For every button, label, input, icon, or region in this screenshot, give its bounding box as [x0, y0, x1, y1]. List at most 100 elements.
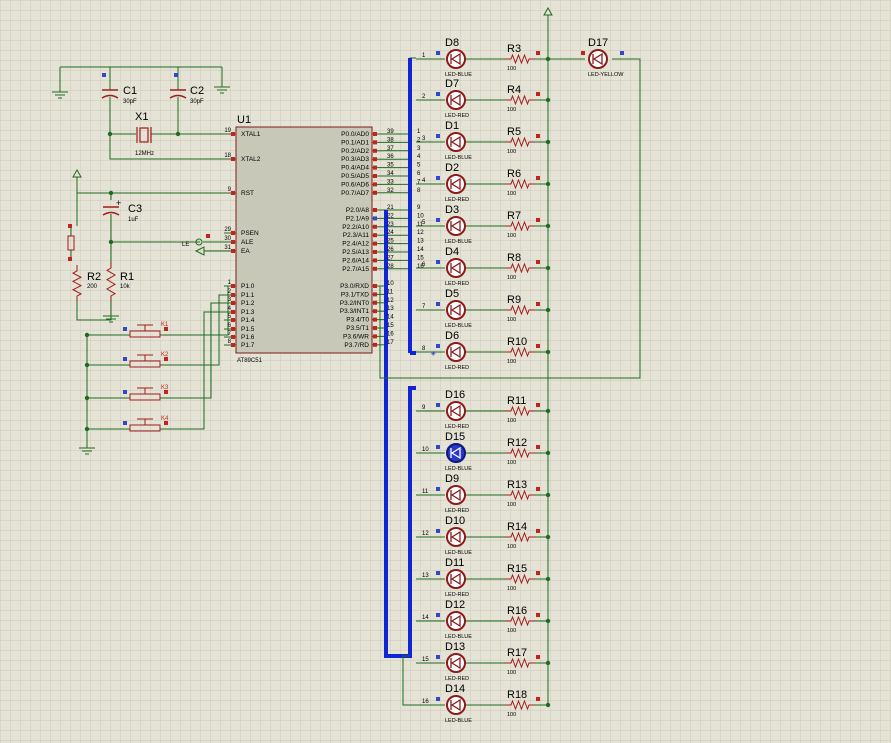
resistor-ref: R16 [507, 605, 527, 617]
schematic-canvas[interactable]: U1AT89C5119 XTAL118 XTAL29 RST29 PSEN30 ALE31… [0, 0, 891, 743]
junction-dot [545, 660, 551, 666]
mcu-right-pin-name: P2.5/A13 [342, 249, 369, 256]
led-d8[interactable] [446, 49, 466, 69]
mcu-left-pin-marker [231, 343, 235, 347]
led-pin-marker [436, 697, 440, 701]
led-d17-ref: D17 [588, 37, 608, 49]
led-type: LED-BLUE [445, 634, 472, 640]
resistor-pin-marker [536, 51, 540, 55]
mcu-right-pin-name: P3.0/RXD [340, 283, 369, 290]
led-body [588, 49, 608, 69]
led-type: LED-BLUE [445, 155, 472, 161]
led-d12[interactable] [446, 611, 466, 631]
led-d11[interactable] [446, 569, 466, 589]
resistor-pin-marker [536, 218, 540, 222]
ea-pin-marker [206, 234, 210, 238]
switch-label: K1 [161, 322, 169, 328]
mcu-right-pin-marker [373, 258, 377, 263]
mcu-right-pin-number: 28 [387, 264, 394, 270]
mcu-right-pin-name: P2.1/A9 [346, 215, 370, 222]
junction-dot [545, 576, 551, 582]
mcu-right-pin-marker [373, 190, 377, 195]
resistor-pin-marker [536, 344, 540, 348]
mcu-left-pin-name: P1.2 [241, 300, 255, 307]
resistor-pin-marker [536, 302, 540, 306]
resistor-value: 100 [507, 275, 516, 281]
resistor-value: 100 [507, 317, 516, 323]
grid-background [0, 0, 891, 743]
mcu-right-pin-name: P2.4/A12 [342, 241, 369, 248]
led-d10[interactable] [446, 527, 466, 547]
led-d4[interactable] [446, 258, 466, 278]
led-net-label: 14 [422, 615, 429, 621]
switch-pin-marker [123, 327, 127, 331]
junction-dot [545, 618, 551, 624]
mcu-right-pin-number: 39 [387, 129, 394, 135]
led-d6[interactable] [446, 342, 466, 362]
mcu-left-pin-name: P1.3 [241, 309, 255, 316]
led-d5[interactable] [446, 300, 466, 320]
resistor-pin-marker [536, 403, 540, 407]
mcu-net-label: 15 [417, 255, 424, 261]
led-d1[interactable] [446, 132, 466, 152]
mcu-net-label: 10 [417, 213, 424, 219]
junction-dot [545, 97, 551, 103]
resistor-value: 100 [507, 670, 516, 676]
led-ref: D12 [445, 599, 465, 611]
resistor-ref: R12 [507, 437, 527, 449]
led-d16[interactable] [446, 401, 466, 421]
mcu-left-pin-number: 30 [224, 236, 231, 242]
junction-dot [175, 131, 181, 137]
resistor-pin-marker [536, 176, 540, 180]
mcu-right-pin-name: P0.6/AD6 [341, 181, 369, 188]
led-d17[interactable] [588, 49, 608, 69]
mcu-left-pin-name: XTAL1 [241, 131, 261, 138]
mcu-right-pin-marker [373, 165, 377, 170]
mcu-left-pin-name: P1.7 [241, 342, 255, 349]
mcu-right-pin-marker [373, 292, 377, 297]
mcu-right-pin-name: P0.3/AD3 [341, 156, 369, 163]
resistor-value: 100 [507, 460, 516, 466]
led-d14[interactable] [446, 695, 466, 715]
junction-dot [545, 265, 551, 271]
led-d2[interactable] [446, 174, 466, 194]
resistor-pin-marker [536, 134, 540, 138]
junction-dot [545, 349, 551, 355]
led-body [446, 258, 466, 278]
led-d3[interactable] [446, 216, 466, 236]
led-type: LED-RED [445, 113, 469, 119]
led-body [446, 611, 466, 631]
led-net-label: 10 [422, 447, 429, 453]
mcu-right-pin-name: P0.5/AD5 [341, 173, 369, 180]
led-pin-marker [436, 260, 440, 264]
junction-dot [108, 239, 114, 245]
mcu-right-pin-number: 34 [387, 171, 394, 177]
resistor-ref: R8 [507, 252, 521, 264]
mcu-right-pin-name: P3.4/T0 [346, 317, 369, 324]
led-body [446, 300, 466, 320]
led-body [446, 569, 466, 589]
led-d13[interactable] [446, 653, 466, 673]
resistor-value: 100 [507, 359, 516, 365]
mcu-right-pin-number: 37 [387, 146, 394, 152]
led-d7[interactable] [446, 90, 466, 110]
mcu-right-pin-number: 16 [387, 331, 394, 337]
crystal-ref: X1 [135, 111, 148, 123]
resistor-ref: R15 [507, 563, 527, 575]
r1-ref: R1 [120, 271, 134, 283]
mcu-left-pin-name: EA [241, 248, 250, 255]
mcu-right-pin-number: 10 [387, 281, 394, 287]
resistor-ref: R10 [507, 336, 527, 348]
led-net-label: 15 [422, 657, 429, 663]
led-d9[interactable] [446, 485, 466, 505]
mcu-part: AT89C51 [237, 358, 263, 364]
led-pin-marker [436, 51, 440, 55]
mcu-right-pin-marker [373, 266, 377, 271]
led-pin-marker [436, 613, 440, 617]
led-pin-marker [436, 529, 440, 533]
mcu-right-pin-marker [373, 317, 377, 322]
led-type: LED-RED [445, 592, 469, 598]
mcu-net-label: 12 [417, 230, 424, 236]
led-d15[interactable] [446, 443, 466, 463]
led-pin-marker [436, 302, 440, 306]
